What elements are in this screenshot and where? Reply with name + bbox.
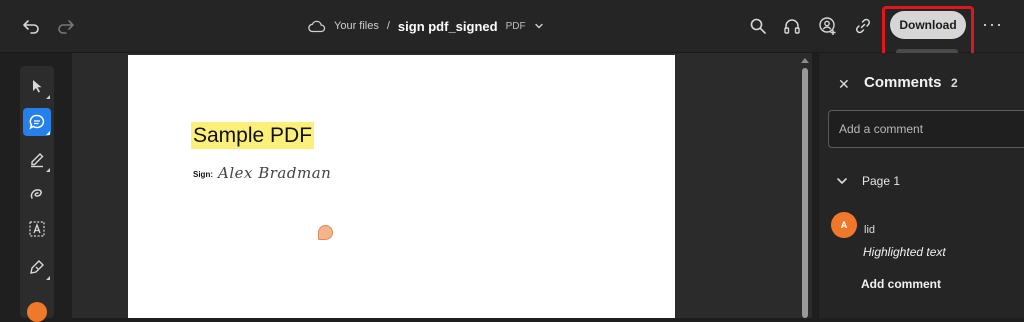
share-user-icon[interactable] (816, 14, 840, 38)
headphones-icon[interactable] (780, 14, 804, 38)
scroll-thumb[interactable] (802, 68, 808, 318)
chevron-down-icon[interactable] (534, 21, 544, 31)
add-comment-button[interactable]: Add comment (861, 277, 941, 291)
scroll-up-arrow-icon[interactable] (801, 58, 809, 63)
text-tool-icon[interactable] (23, 215, 51, 243)
search-icon[interactable] (746, 14, 770, 38)
close-icon[interactable]: ✕ (838, 76, 850, 93)
breadcrumb: Your files / sign pdf_signed PDF (308, 15, 544, 37)
comment-author: lid (864, 224, 876, 236)
select-tool-icon[interactable] (23, 72, 51, 100)
color-picker-swatch[interactable] (27, 302, 47, 322)
highlight-tool-icon[interactable] (23, 145, 51, 173)
highlighted-title-text[interactable]: Sample PDF (191, 122, 315, 149)
comment-marker-icon[interactable] (318, 225, 333, 240)
undo-icon[interactable] (19, 14, 43, 38)
avatar: A (831, 212, 857, 238)
sign-label: Sign: (193, 170, 213, 179)
comment-text[interactable]: Highlighted text (863, 245, 946, 259)
file-type: PDF (505, 20, 526, 32)
comments-title: Comments (864, 74, 942, 91)
chevron-down-icon[interactable] (836, 175, 848, 187)
signature: Alex Bradman (218, 164, 332, 182)
draw-tool-icon[interactable] (23, 180, 51, 208)
vertical-scrollbar[interactable] (801, 58, 809, 318)
sign-tool-icon[interactable] (23, 253, 51, 281)
breadcrumb-root[interactable]: Your files (334, 20, 379, 32)
file-name[interactable]: sign pdf_signed (398, 19, 498, 34)
pdf-page[interactable] (128, 55, 675, 318)
breadcrumb-separator: / (386, 20, 390, 32)
add-comment-input[interactable] (828, 110, 1024, 148)
redo-icon[interactable] (54, 14, 78, 38)
more-options-icon[interactable]: ··· (982, 14, 1003, 35)
page-group-header[interactable]: Page 1 (836, 174, 900, 188)
cloud-icon[interactable] (308, 19, 326, 33)
link-icon[interactable] (851, 14, 875, 38)
page-group-label: Page 1 (862, 174, 901, 188)
comments-count: 2 (951, 76, 958, 90)
comment-tool-icon[interactable] (23, 108, 51, 136)
